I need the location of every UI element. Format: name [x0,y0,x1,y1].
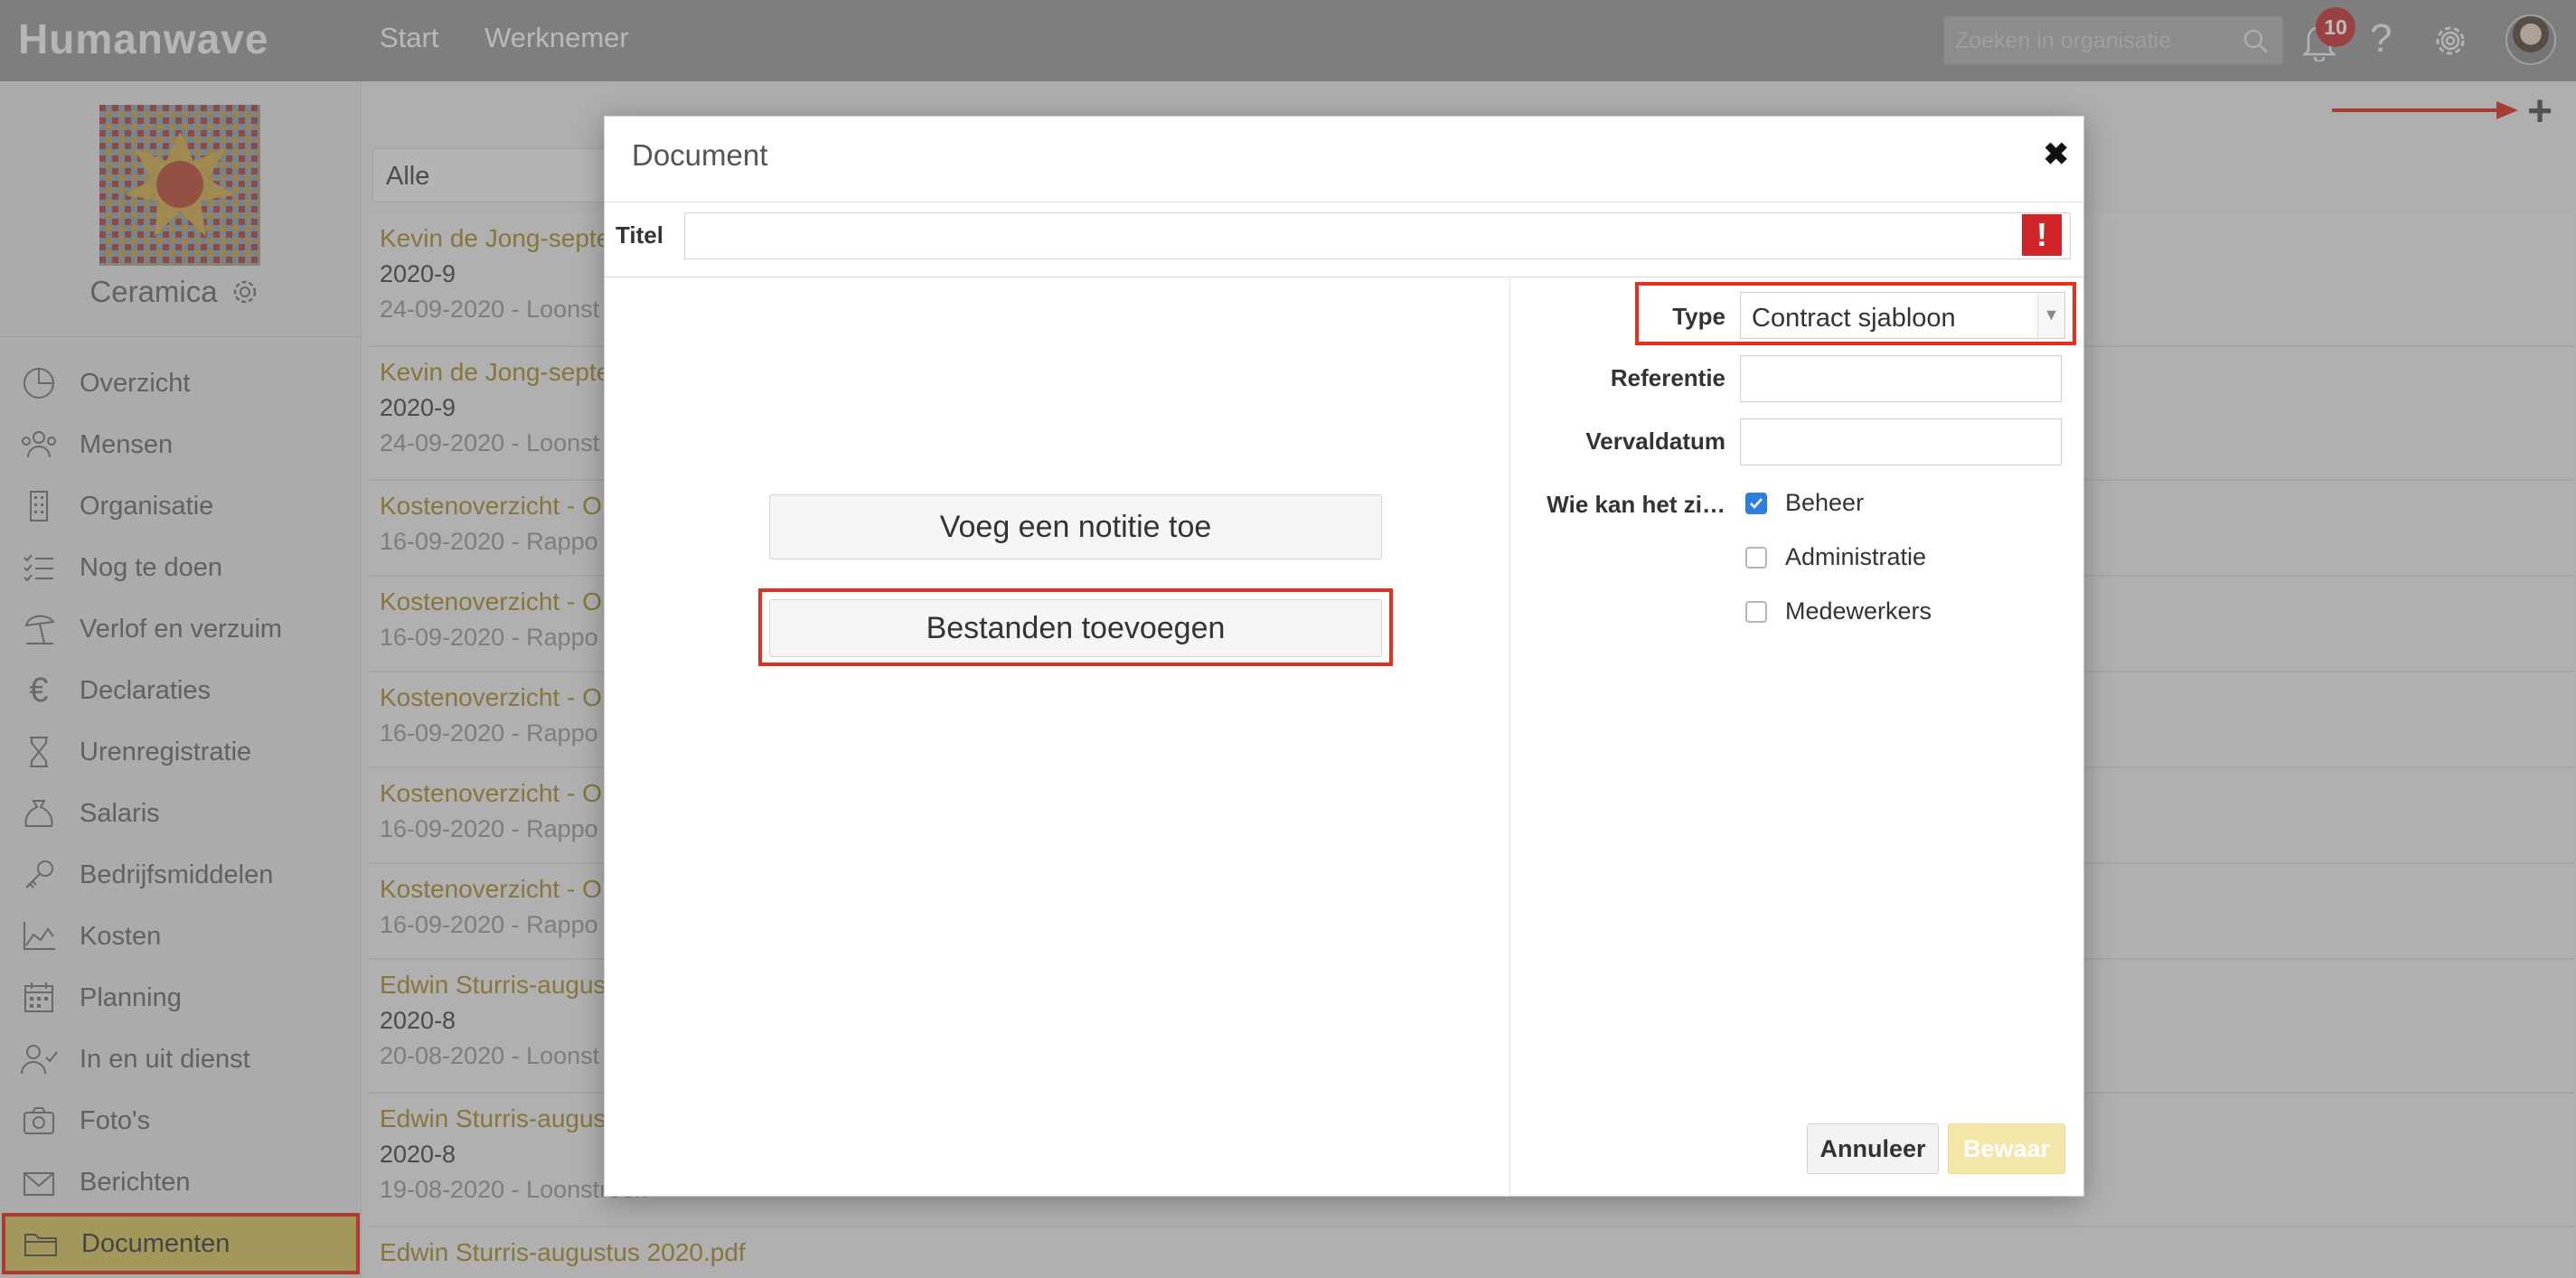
dialog-column-divider [1509,277,1510,1196]
referentie-input[interactable] [1740,355,2062,402]
vervaldatum-label: Vervaldatum [1585,428,1725,455]
checkbox-label: Administratie [1785,543,1927,570]
type-select[interactable]: Contract sjabloon ▼ [1740,292,2065,339]
close-icon[interactable]: ✖ [2044,136,2070,173]
dialog-title: Document [632,138,768,172]
titel-label: Titel [616,221,663,249]
checkmark-icon [1750,497,1763,509]
referentie-label: Referentie [1610,364,1725,391]
titel-input[interactable] [684,212,2071,259]
document-dialog: Document ✖ Titel ! Voeg een notitie toe … [604,116,2084,1197]
visibility-option-medewerkers[interactable]: Medewerkers [1745,597,1932,625]
save-button[interactable]: Bewaar [1948,1123,2065,1174]
type-label: Type [1672,303,1725,330]
chevron-down-icon[interactable]: ▼ [2037,293,2064,338]
required-warning-icon: ! [2022,214,2062,256]
visibility-option-administratie[interactable]: Administratie [1745,543,1926,571]
visibility-option-beheer[interactable]: Beheer [1745,489,1864,517]
vervaldatum-input[interactable] [1740,418,2062,465]
add-note-button[interactable]: Voeg een notitie toe [769,494,1382,559]
checkbox-checked[interactable] [1745,492,1767,514]
checkbox[interactable] [1745,600,1767,623]
cancel-button[interactable]: Annuleer [1807,1123,1939,1174]
checkbox[interactable] [1745,546,1767,569]
type-selected-value: Contract sjabloon [1752,304,1956,333]
checkbox-label: Medewerkers [1785,597,1932,625]
checkbox-label: Beheer [1785,489,1865,516]
add-files-button[interactable]: Bestanden toevoegen [769,599,1382,657]
visibility-label: Wie kan het zi… [1547,491,1725,518]
